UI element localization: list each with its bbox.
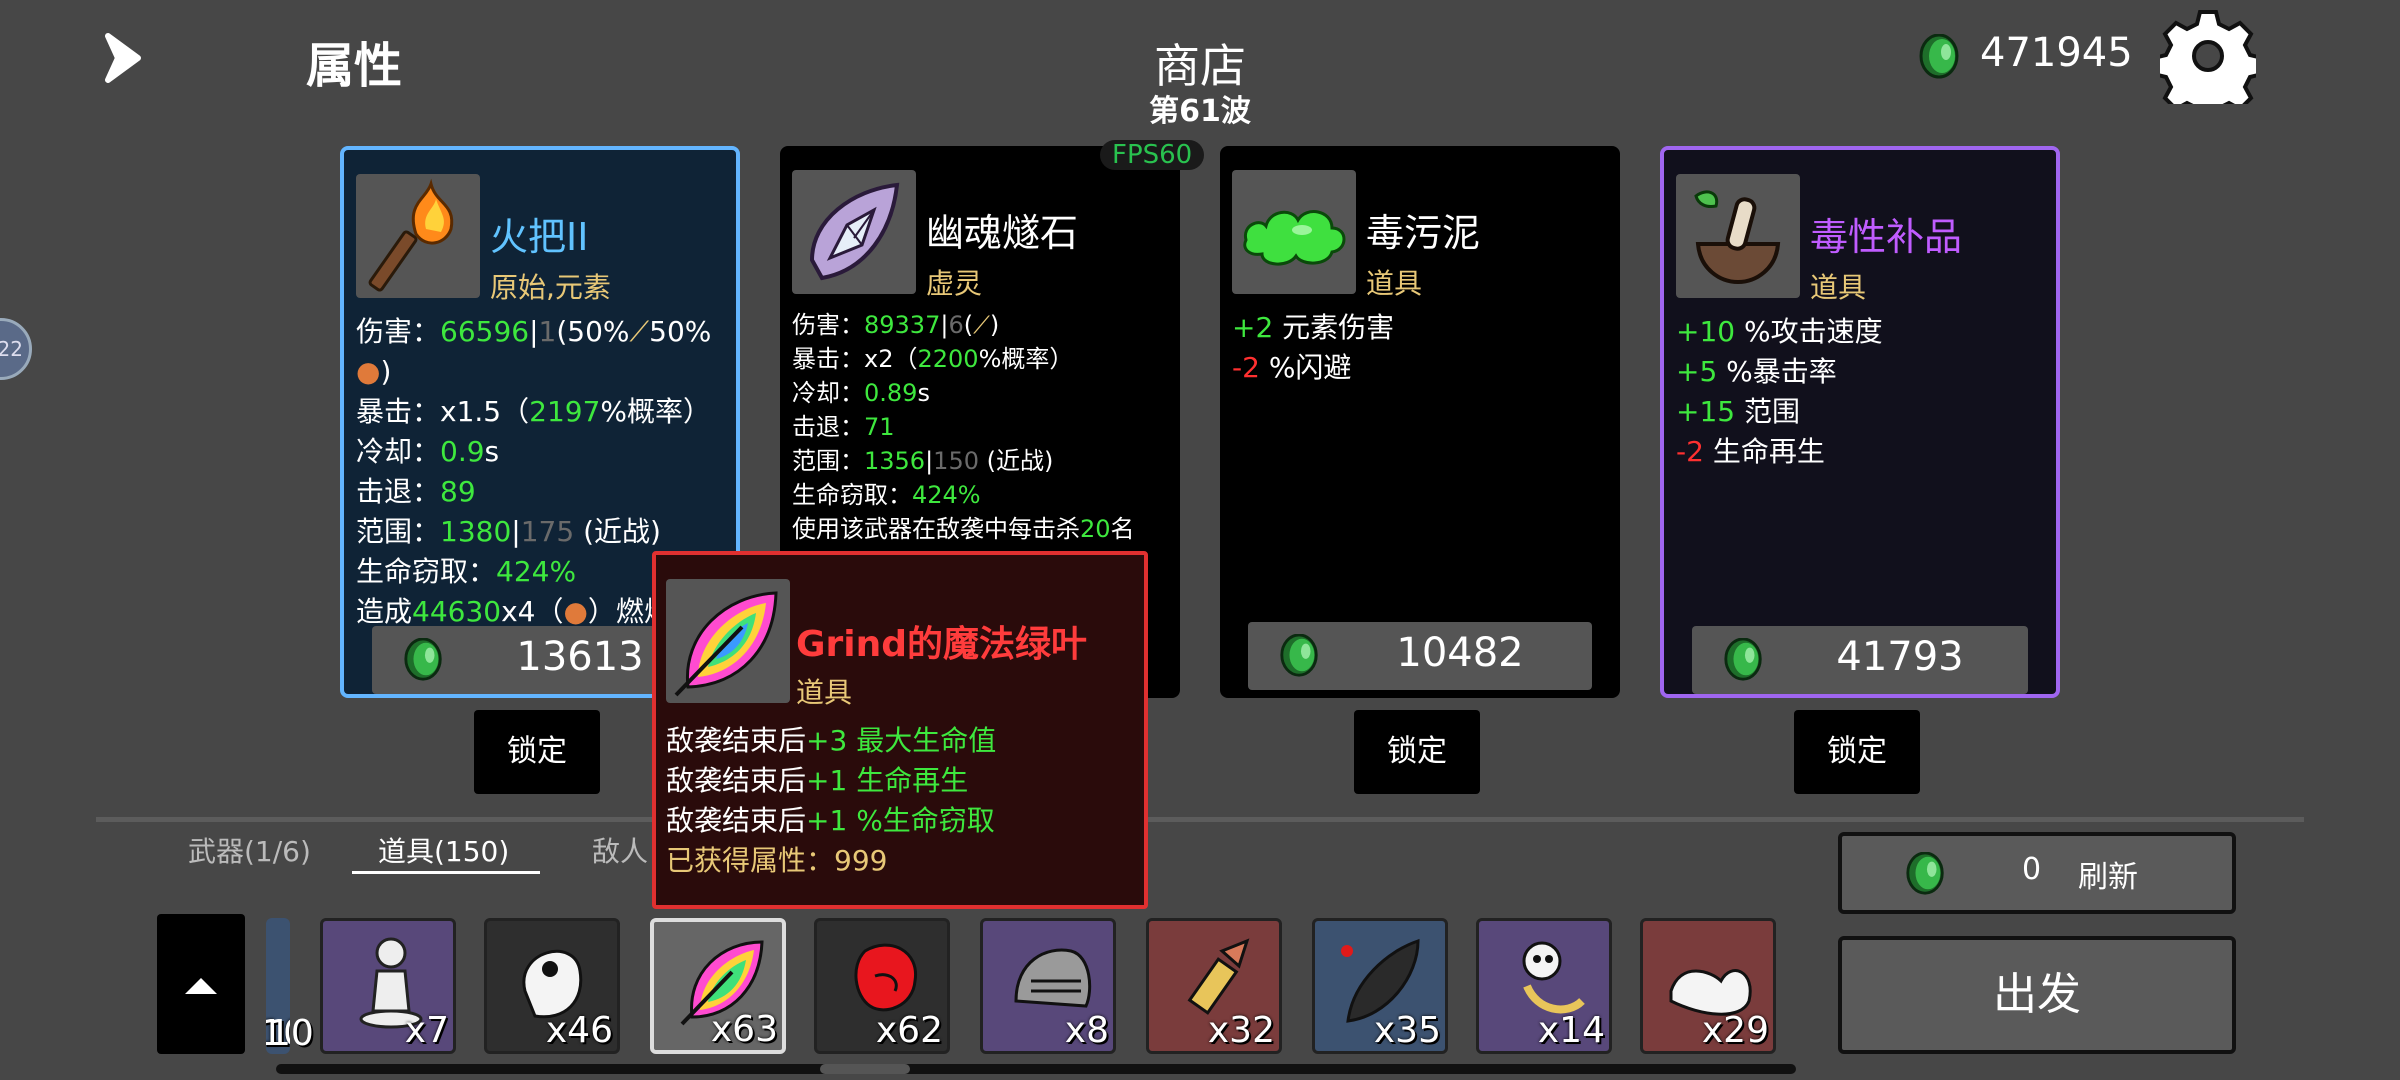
inventory-scrollbar[interactable] [276,1064,1796,1074]
depart-button[interactable]: 出发 [1838,936,2236,1054]
partial-item-icon: 10 [268,1013,314,1054]
price-value: 10482 [1396,630,1524,676]
buy-button[interactable]: 41793 [1692,626,2028,694]
tooltip-item-type: 道具 [796,676,853,709]
buy-button[interactable]: 10482 [1248,622,1592,690]
coin-icon [1724,638,1762,681]
item-name: 火把II [490,215,589,259]
inventory-slot[interactable]: x29 [1640,918,1776,1054]
fps-counter: FPS60 [1100,140,1205,170]
lock-button-torch[interactable]: 锁定 [474,710,600,794]
triangle-up-icon [185,978,217,994]
refresh-button[interactable]: 0 刷新 [1838,832,2236,914]
item-type: 道具 [1366,267,1423,300]
stat-line: +10 %攻击速度 [1676,315,1883,348]
inventory-slot[interactable]: x8 [980,918,1116,1054]
ghost-flint-icon [792,170,916,294]
inventory-slot[interactable]: x62 [814,918,950,1054]
tab-enemies[interactable]: 敌人 [592,830,648,870]
mortar-icon [1676,174,1800,298]
item-stats: 伤害：89337|6(⟋) 暴击：x2（2200%概率） 冷却：0.89s 击退… [792,311,1135,543]
inventory-slot[interactable]: x35 [1312,918,1448,1054]
coin-icon [1280,634,1318,677]
item-type: 道具 [1810,271,1867,304]
back-arrow-icon[interactable] [98,28,158,88]
price-value: 41793 [1836,634,1964,680]
gear-icon[interactable] [2160,8,2256,104]
inventory-slot[interactable]: x7 [320,918,456,1054]
tab-weapons[interactable]: 武器(1/6) [188,830,311,870]
stat-line: 已获得属性：999 [666,844,888,877]
inventory-scroll-thumb[interactable] [820,1064,910,1074]
item-type: 原始,元素 [490,271,611,304]
shop-card-toxic-sludge[interactable]: 毒污泥 道具 +2 元素伤害 -2 %闪避 10482 [1220,146,1620,698]
lock-button-tonic[interactable]: 锁定 [1794,710,1920,794]
attributes-button[interactable]: 属性 [306,26,402,96]
refresh-label: 刷新 [2078,860,2138,895]
shop-card-toxic-tonic[interactable]: 毒性补品 道具 +10 %攻击速度 +5 %暴击率 +15 范围 -2 生命再生… [1660,146,2060,698]
item-name: 幽魂燧石 [926,211,1079,255]
stat-line: +2 元素伤害 [1232,311,1395,344]
tooltip-item-name: Grind的魔法绿叶 [796,624,1088,665]
inventory-slot[interactable]: x46 [484,918,620,1054]
coin-icon [1919,34,1959,79]
item-stats: +10 %攻击速度 +5 %暴击率 +15 范围 -2 生命再生 [1676,312,2048,472]
scroll-up-button[interactable] [157,914,245,1054]
fire-icon: ● [356,355,381,388]
wave-label: 第61波 [1149,94,1251,129]
sword-icon: ⟋ [629,315,650,348]
coin-total: 471945 [1980,30,2133,76]
torch-icon [356,174,480,298]
fire-icon: ● [563,595,588,628]
stat-line: -2 生命再生 [1676,435,1825,468]
item-name: 毒性补品 [1810,215,1963,259]
stat-line: 敌袭结束后+3 最大生命值 [666,724,997,757]
sword-icon: ⟋ [973,311,990,339]
slime-icon [1232,170,1356,294]
tooltip-stats: 敌袭结束后+3 最大生命值 敌袭结束后+1 生命再生 敌袭结束后+1 %生命窃取… [666,721,996,881]
item-name: 毒污泥 [1366,211,1481,255]
refresh-cost: 0 [2022,852,2042,887]
stat-line: -2 %闪避 [1232,351,1352,384]
coin-icon [1906,852,1944,895]
item-type: 虚灵 [926,267,983,300]
rainbow-leaf-icon [666,579,790,703]
item-stats: +2 元素伤害 -2 %闪避 [1232,308,1612,388]
coin-icon [404,638,442,681]
stat-line: 敌袭结束后+1 %生命窃取 [666,804,995,837]
divider [96,817,2304,822]
tab-items[interactable]: 道具(150) [378,830,509,870]
lock-button-sludge[interactable]: 锁定 [1354,710,1480,794]
inventory-slot[interactable]: x32 [1146,918,1282,1054]
stat-line: +5 %暴击率 [1676,355,1837,388]
tab-underline [352,871,540,874]
stat-line: +15 范围 [1676,395,1800,428]
stat-line: 敌袭结束后+1 生命再生 [666,764,969,797]
inventory-slot-selected[interactable]: x63 [650,918,786,1054]
side-bubble[interactable]: 22 [0,318,32,380]
item-tooltip: Grind的魔法绿叶 道具 敌袭结束后+3 最大生命值 敌袭结束后+1 生命再生… [652,551,1148,909]
inventory-slot[interactable]: x14 [1476,918,1612,1054]
